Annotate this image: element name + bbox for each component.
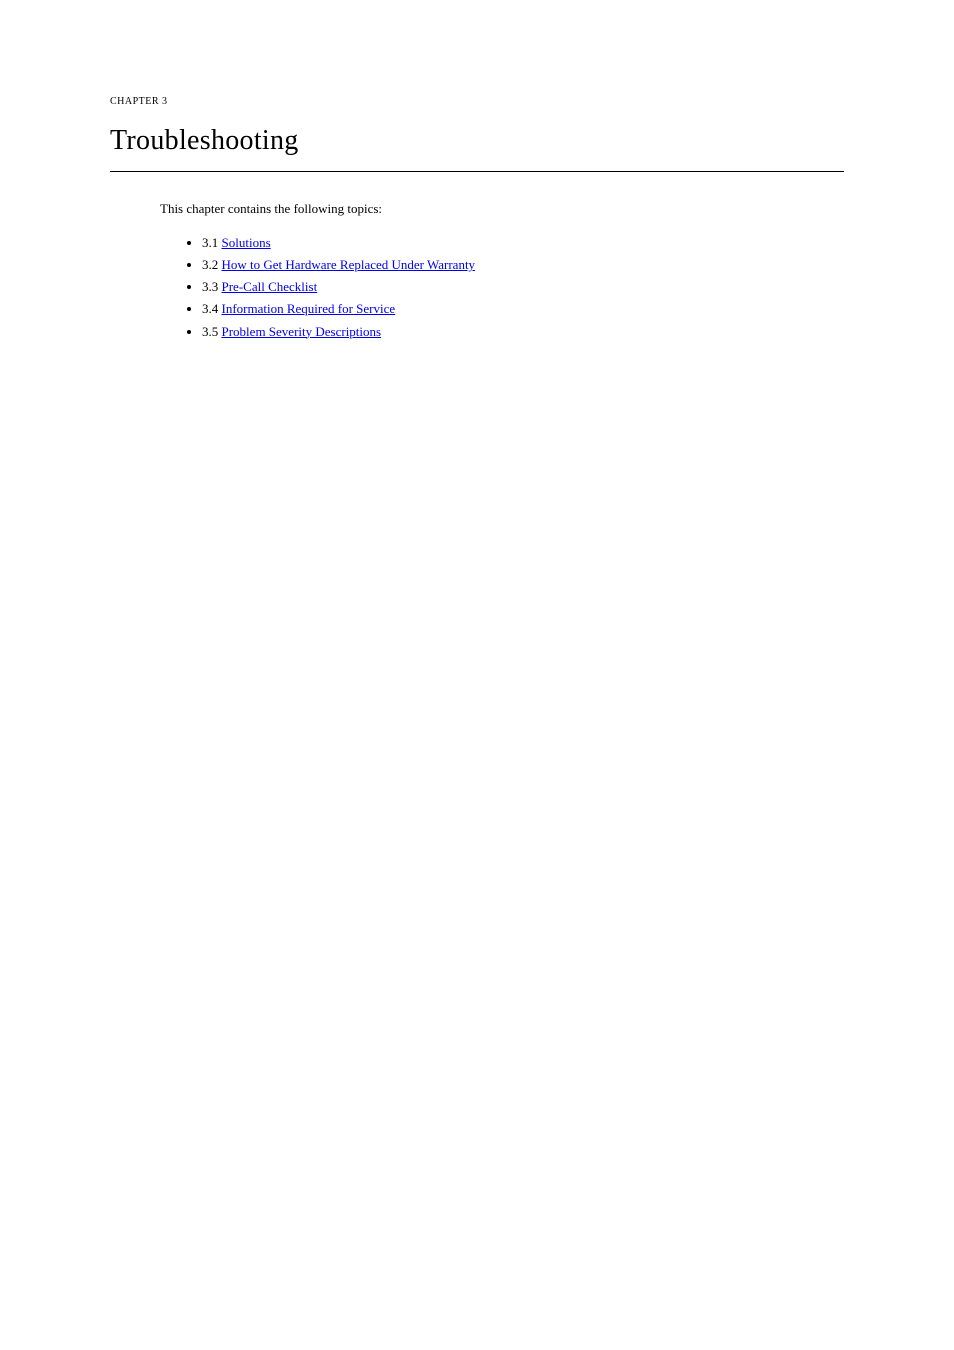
header-divider xyxy=(110,171,844,172)
chapter-header: CHAPTER 3 Troubleshooting xyxy=(110,96,844,157)
list-item: 3.1 Solutions xyxy=(202,232,844,254)
topic-link-precall-checklist[interactable]: Pre-Call Checklist xyxy=(222,279,318,294)
intro-text: This chapter contains the following topi… xyxy=(160,200,844,218)
topic-list: 3.1 Solutions 3.2 How to Get Hardware Re… xyxy=(202,232,844,342)
chapter-title: Troubleshooting xyxy=(110,125,844,157)
list-item: 3.3 Pre-Call Checklist xyxy=(202,276,844,298)
link-number: 3.2 xyxy=(202,257,222,272)
list-item: 3.4 Information Required for Service xyxy=(202,298,844,320)
topic-link-problem-severity[interactable]: Problem Severity Descriptions xyxy=(222,324,382,339)
list-item: 3.5 Problem Severity Descriptions xyxy=(202,321,844,343)
chapter-label: CHAPTER 3 xyxy=(110,96,844,107)
topic-link-info-for-service[interactable]: Information Required for Service xyxy=(222,301,396,316)
topic-link-hardware-warranty[interactable]: How to Get Hardware Replaced Under Warra… xyxy=(222,257,476,272)
link-number: 3.3 xyxy=(202,279,222,294)
link-number: 3.4 xyxy=(202,301,222,316)
list-item: 3.2 How to Get Hardware Replaced Under W… xyxy=(202,254,844,276)
link-number: 3.1 xyxy=(202,235,222,250)
topic-link-solutions[interactable]: Solutions xyxy=(222,235,271,250)
link-number: 3.5 xyxy=(202,324,222,339)
